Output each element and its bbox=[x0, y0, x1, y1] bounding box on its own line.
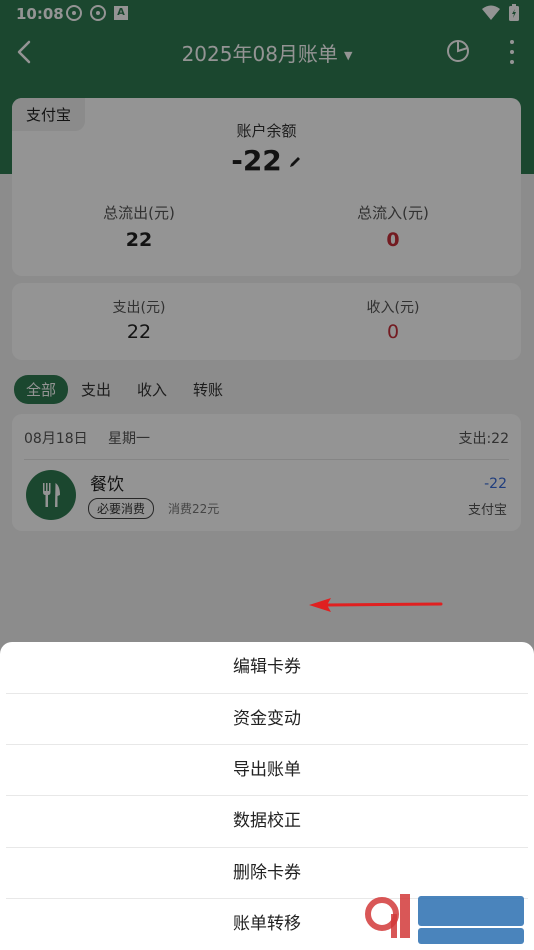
edit-card-option[interactable]: 编辑卡券 bbox=[0, 642, 534, 693]
annotation-arrow-icon bbox=[309, 598, 443, 612]
watermark-logo bbox=[365, 894, 524, 944]
data-correction-option[interactable]: 数据校正 bbox=[0, 796, 534, 847]
fund-change-option[interactable]: 资金变动 bbox=[0, 694, 534, 745]
export-bill-option[interactable]: 导出账单 bbox=[0, 745, 534, 796]
